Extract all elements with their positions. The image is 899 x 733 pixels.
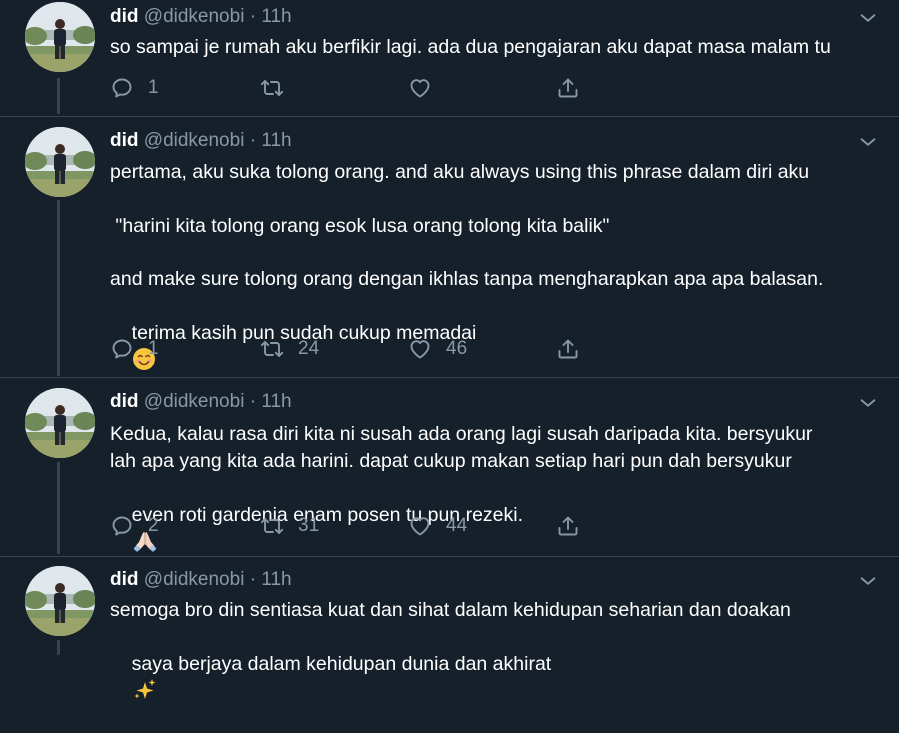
tweet-header: did @didkenobi · 11h [110, 129, 292, 153]
display-name[interactable]: did [110, 391, 139, 412]
share-icon [556, 514, 580, 538]
tweet-actions: 1 [110, 75, 590, 101]
share-button[interactable] [556, 336, 580, 362]
reply-count: 2 [148, 515, 159, 536]
like-button[interactable]: 46 [408, 336, 467, 362]
retweet-button[interactable]: 31 [260, 513, 319, 539]
retweet-icon [260, 514, 284, 538]
separator-dot: · [249, 6, 257, 27]
tweet[interactable]: did @didkenobi · 11h so sampai je rumah … [0, 0, 899, 116]
timestamp[interactable]: 11h [261, 6, 291, 27]
timestamp[interactable]: 11h [261, 569, 291, 590]
retweet-button[interactable] [260, 75, 284, 101]
share-button[interactable] [556, 513, 580, 539]
timestamp[interactable]: 11h [261, 130, 291, 151]
reply-button[interactable]: 2 [110, 513, 159, 539]
chevron-down-icon[interactable] [857, 7, 879, 29]
tweet-text-segment: saya berjaya dalam kehidupan dunia dan a… [131, 653, 552, 675]
retweet-icon [260, 76, 284, 100]
share-icon [556, 337, 580, 361]
avatar[interactable] [25, 566, 95, 636]
display-name[interactable]: did [110, 6, 139, 27]
tweet-header: did @didkenobi · 11h [110, 5, 292, 29]
tweet-text-line: saya berjaya dalam kehidupan dunia dan a… [110, 624, 890, 733]
tweet-text: so sampai je rumah aku berfikir lagi. ad… [110, 36, 831, 58]
like-button[interactable]: 44 [408, 513, 467, 539]
tweet[interactable]: did @didkenobi · 11h Kedua, kalau rasa d… [0, 378, 899, 556]
tweet[interactable]: did @didkenobi · 11h pertama, aku suka t… [0, 117, 899, 377]
avatar[interactable] [25, 127, 95, 197]
share-icon [556, 76, 580, 100]
chevron-down-icon[interactable] [857, 392, 879, 414]
tweet-header: did @didkenobi · 11h [110, 390, 292, 414]
tweet-header: did @didkenobi · 11h [110, 568, 292, 592]
display-name[interactable]: did [110, 569, 139, 590]
user-handle[interactable]: @didkenobi [144, 391, 245, 412]
sparkles-emoji-icon [134, 679, 156, 699]
chevron-down-icon[interactable] [857, 570, 879, 592]
tweet-text-line: Kedua, kalau rasa diri kita ni susah ada… [110, 423, 813, 445]
heart-icon [408, 514, 432, 538]
reply-count: 1 [148, 338, 159, 359]
tweet-actions: 1 24 46 [110, 336, 590, 362]
retweet-count: 31 [298, 515, 320, 536]
tweet-text-line: and make sure tolong orang dengan ikhlas… [110, 268, 824, 290]
like-button[interactable] [408, 75, 432, 101]
user-handle[interactable]: @didkenobi [144, 569, 245, 590]
reply-count: 1 [148, 77, 159, 98]
retweet-icon [260, 337, 284, 361]
tweet-text-line: pertama, aku suka tolong orang. and aku … [110, 161, 810, 183]
reply-icon [110, 514, 134, 538]
display-name[interactable]: did [110, 130, 139, 151]
chevron-down-icon[interactable] [857, 131, 879, 153]
tweet-actions: 2 31 44 [110, 513, 590, 539]
reply-icon [110, 76, 134, 100]
retweet-count: 24 [298, 338, 320, 359]
share-button[interactable] [556, 75, 580, 101]
reply-icon [110, 337, 134, 361]
tweet-text-line: lah apa yang kita ada harini. dapat cuku… [110, 450, 792, 472]
like-count: 46 [446, 338, 468, 359]
avatar[interactable] [25, 2, 95, 72]
tweet[interactable]: did @didkenobi · 11h semoga bro din sent… [0, 557, 899, 699]
reply-button[interactable]: 1 [110, 336, 159, 362]
user-handle[interactable]: @didkenobi [144, 6, 245, 27]
tweet-text-line: "harini kita tolong orang esok lusa oran… [110, 215, 610, 237]
heart-icon [408, 76, 432, 100]
heart-icon [408, 337, 432, 361]
like-count: 44 [446, 515, 468, 536]
separator-dot: · [249, 391, 257, 412]
reply-button[interactable]: 1 [110, 75, 159, 101]
avatar[interactable] [25, 388, 95, 458]
tweet-text-line: semoga bro din sentiasa kuat dan sihat d… [110, 599, 791, 621]
retweet-button[interactable]: 24 [260, 336, 319, 362]
separator-dot: · [249, 130, 257, 151]
timestamp[interactable]: 11h [261, 391, 291, 412]
user-handle[interactable]: @didkenobi [144, 130, 245, 151]
separator-dot: · [249, 569, 257, 590]
